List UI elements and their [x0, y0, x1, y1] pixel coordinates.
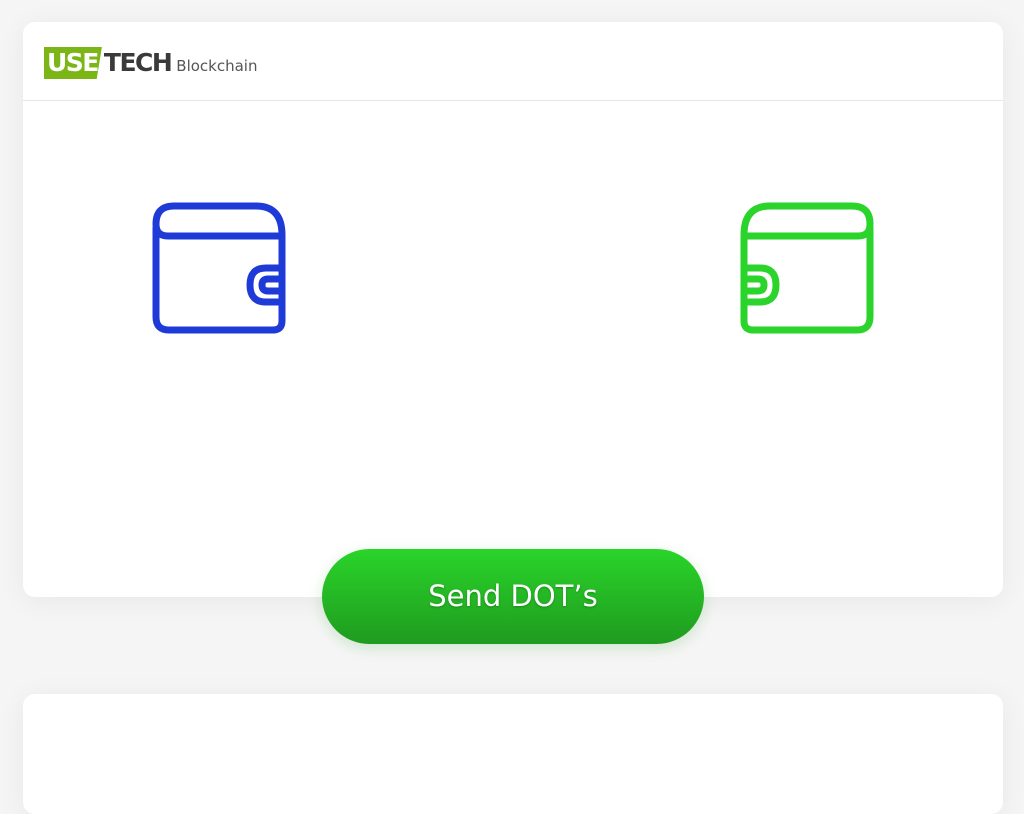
- logo-blockchain-text: Blockchain: [176, 57, 258, 75]
- logo-tech-text: TECH: [103, 48, 173, 77]
- receiver-wallet-icon: [738, 201, 878, 337]
- logo-use-text: USE: [44, 47, 102, 79]
- send-dots-button[interactable]: Send DOT’s: [322, 549, 704, 644]
- usetech-logo: USE TECH Blockchain: [44, 47, 258, 79]
- secondary-card: [23, 694, 1003, 814]
- sender-wallet-icon: [148, 201, 288, 337]
- transfer-card: USE TECH Blockchain: [23, 22, 1003, 597]
- card-header: USE TECH Blockchain: [23, 22, 1003, 101]
